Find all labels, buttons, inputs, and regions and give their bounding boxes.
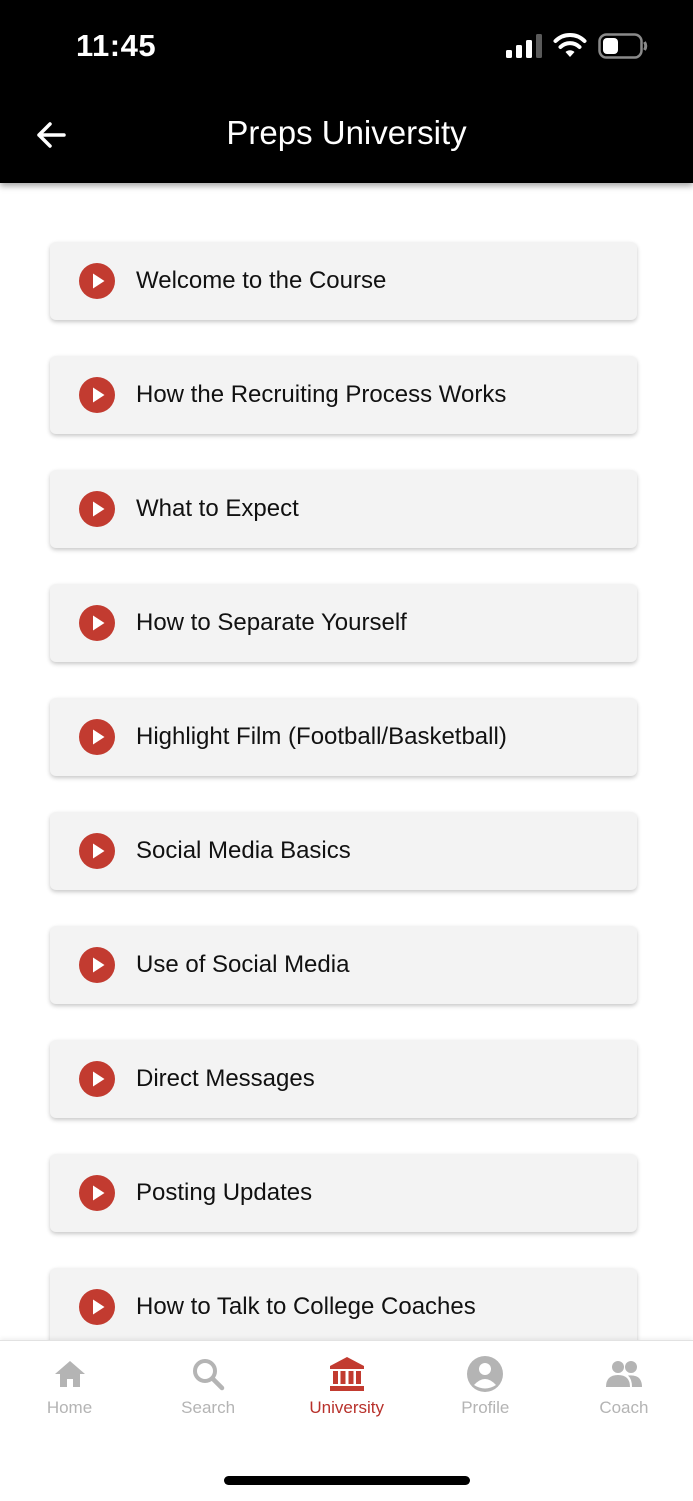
lesson-item[interactable]: Use of Social Media <box>50 926 637 1004</box>
tab-university[interactable]: University <box>277 1341 416 1441</box>
play-circle-icon <box>79 605 115 641</box>
top-app-bar: Preps University <box>0 92 693 183</box>
lesson-title: How to Talk to College Coaches <box>136 1293 476 1320</box>
play-circle-icon <box>79 719 115 755</box>
home-icon <box>54 1361 85 1387</box>
lesson-item[interactable]: What to Expect <box>50 470 637 548</box>
tab-label: Home <box>46 1398 93 1417</box>
battery-icon <box>598 33 648 59</box>
lesson-title: How to Separate Yourself <box>136 609 407 636</box>
tab-label: Profile <box>461 1398 510 1417</box>
lesson-item[interactable]: How to Separate Yourself <box>50 584 637 662</box>
search-icon <box>193 1359 225 1391</box>
lesson-title: Welcome to the Course <box>136 267 387 294</box>
cellular-signal-icon <box>506 34 542 58</box>
lesson-item[interactable]: Social Media Basics <box>50 812 637 890</box>
lesson-title: Direct Messages <box>136 1065 315 1092</box>
play-circle-icon <box>79 377 115 413</box>
play-circle-icon <box>79 947 115 983</box>
home-indicator <box>224 1476 470 1485</box>
play-circle-icon <box>79 1175 115 1211</box>
play-circle-icon <box>79 491 115 527</box>
coach-icon <box>605 1361 642 1387</box>
tab-search[interactable]: Search <box>139 1341 278 1441</box>
lesson-item[interactable]: Posting Updates <box>50 1154 637 1232</box>
lesson-list[interactable]: Welcome to the Course How the Recruiting … <box>0 183 693 1340</box>
page-title: Preps University <box>226 114 467 151</box>
lesson-item[interactable]: How to Talk to College Coaches <box>50 1268 637 1340</box>
lesson-title: How the Recruiting Process Works <box>136 381 507 408</box>
lesson-item[interactable]: Direct Messages <box>50 1040 637 1118</box>
play-circle-icon <box>79 833 115 869</box>
tab-profile[interactable]: Profile <box>416 1341 555 1441</box>
lesson-title: Posting Updates <box>136 1179 313 1206</box>
profile-icon <box>467 1356 504 1392</box>
lesson-title: Social Media Basics <box>136 837 351 864</box>
tab-coach[interactable]: Coach <box>554 1341 693 1441</box>
play-circle-icon <box>79 263 115 299</box>
lesson-item[interactable]: Welcome to the Course <box>50 242 637 320</box>
university-icon <box>329 1357 364 1391</box>
tab-label: Coach <box>599 1398 649 1417</box>
lesson-item[interactable]: Highlight Film (Football/Basketball) <box>50 698 637 776</box>
lesson-item[interactable]: How the Recruiting Process Works <box>50 356 637 434</box>
tab-label: Search <box>181 1398 236 1417</box>
play-circle-icon <box>79 1061 115 1097</box>
tab-home[interactable]: Home <box>0 1341 139 1441</box>
status-bar: 11:45 <box>0 0 693 92</box>
status-time: 11:45 <box>76 28 157 63</box>
wifi-icon <box>553 33 587 57</box>
lesson-title: Use of Social Media <box>136 951 350 978</box>
tab-label: University <box>309 1398 384 1417</box>
lesson-title: What to Expect <box>136 495 299 522</box>
lesson-title: Highlight Film (Football/Basketball) <box>136 723 507 750</box>
play-circle-icon <box>79 1289 115 1325</box>
